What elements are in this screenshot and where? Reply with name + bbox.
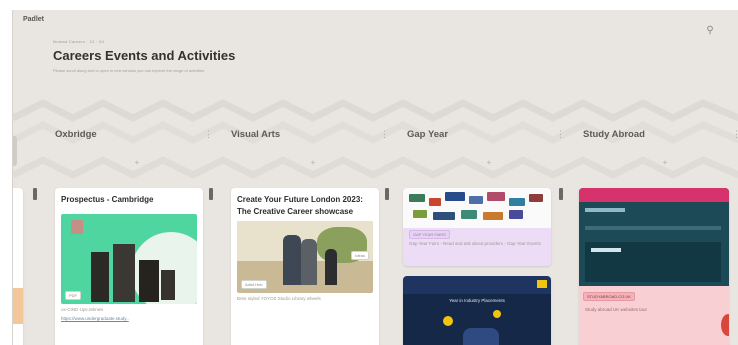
post-tag: Ideas [351,251,369,261]
post-tag: Artist Hub [241,280,267,290]
drag-handle[interactable] [559,188,563,200]
column-menu-icon[interactable]: ⋮ [556,129,565,140]
column-menu-icon[interactable]: ⋮ [204,129,213,140]
column-title: Visual Arts [231,128,281,140]
app-logo[interactable]: Padlet [23,16,44,23]
post-image: Artist Hub Ideas [237,221,373,294]
post-card[interactable]: STUDYABROAD.CO.UK Study abroad UK websit… [579,188,729,345]
page-title: Careers Events and Activities [53,48,236,63]
post-caption: ox-CIND-Upt-Jeknws [61,306,104,312]
post-tag: STUDYABROAD.CO.UK [583,292,635,301]
post-caption: Study abroad UK websites tour [585,307,648,312]
post-caption: Year in Industry Placements [449,298,505,303]
drag-handle[interactable] [209,188,213,200]
post-caption: Bree styled YOYOZ Studio Library wheels [237,296,321,302]
add-post-button[interactable]: + [407,158,571,172]
column-title: Study Abroad [583,128,645,140]
floating-action-button[interactable] [721,314,729,336]
padlet-board: Padlet ⚲ Nomad Careers · 12 · 64 Careers… [12,10,738,345]
post-card[interactable]: Prospectus - Cambridge PDF ox-CIND-Upt-J… [55,188,203,345]
post-card[interactable]: Year in Industry Placements [403,276,551,345]
page-subtitle: Please scroll along and to open in new w… [53,68,205,73]
post-image: PDF [61,213,197,304]
column-oxbridge: Oxbridge ⋮ + [55,120,219,172]
post-card[interactable]: GAP YEAR FAIRS Gap Year Fairs - Read and… [403,188,551,266]
drag-handle[interactable] [385,188,389,200]
post-image [579,188,729,286]
post-link[interactable]: https://www.undergraduate.study.. [55,316,203,321]
column-gap-year: Gap Year ⋮ + [407,120,571,172]
post-card-partial[interactable] [13,188,23,345]
column-title: Gap Year [407,128,449,140]
add-post-button[interactable]: + [231,158,395,172]
post-image [403,188,551,228]
scroll-left-handle[interactable] [13,136,17,166]
post-tag: GAP YEAR FAIRS [409,230,450,239]
column-study-abroad: Study Abroad ⋮ + [583,120,738,172]
column-menu-icon[interactable]: ⋮ [732,129,738,140]
search-icon[interactable]: ⚲ [703,24,717,38]
post-caption: Gap Year Fairs - Read and ask about prov… [409,241,541,246]
add-post-button[interactable]: + [55,158,219,172]
drag-handle[interactable] [33,188,37,200]
column-title: Oxbridge [55,128,97,140]
post-title: Prospectus - Cambridge [61,195,154,204]
post-card[interactable]: Create Your Future London 2023: The Crea… [231,188,379,345]
breadcrumb: Nomad Careers · 12 · 64 [53,39,105,44]
column-menu-icon[interactable]: ⋮ [380,129,389,140]
column-visual-arts: Visual Arts ⋮ + [231,120,395,172]
add-post-button[interactable]: + [583,158,738,172]
post-title: Create Your Future London 2023: The Crea… [237,195,363,216]
file-type-badge: PDF [65,290,81,300]
